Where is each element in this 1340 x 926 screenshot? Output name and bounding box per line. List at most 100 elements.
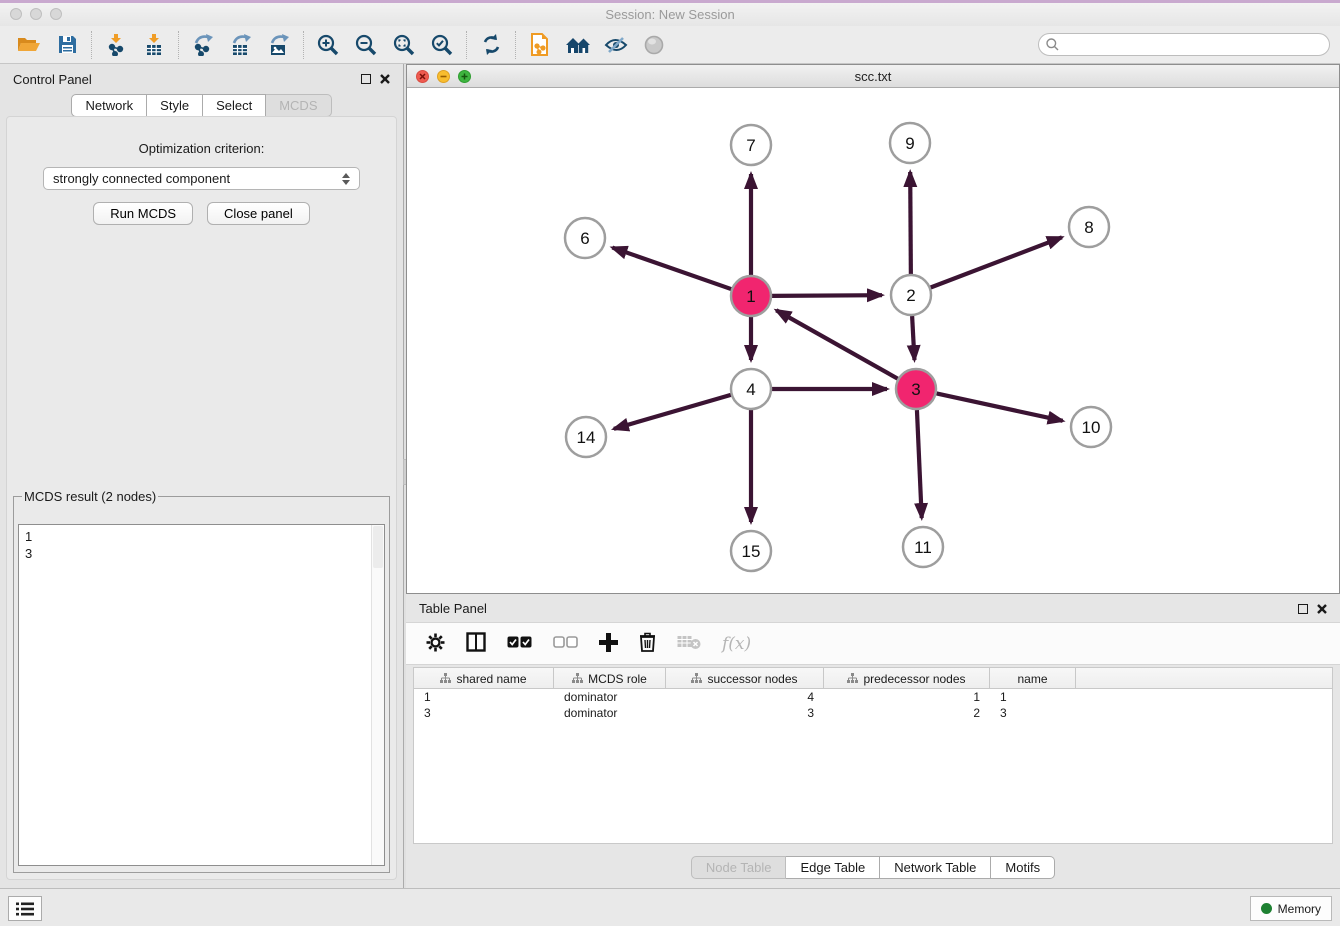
close-panel-icon[interactable]	[380, 74, 390, 84]
graph-edge-3-10[interactable]	[937, 393, 1063, 420]
tab-network[interactable]: Network	[71, 94, 147, 117]
network-minimize-button[interactable]	[437, 70, 450, 83]
graph-edge-2-9[interactable]	[910, 172, 911, 274]
minimize-window-button[interactable]	[30, 8, 42, 20]
attribute-tree-icon	[847, 673, 858, 684]
tab-select[interactable]: Select	[203, 94, 266, 117]
graph-edge-3-11[interactable]	[917, 410, 922, 518]
zoom-fit-button[interactable]	[385, 29, 423, 61]
tab-style[interactable]: Style	[147, 94, 203, 117]
table-cell[interactable]: 1	[824, 690, 990, 704]
close-table-panel-icon[interactable]	[1317, 604, 1327, 614]
export-image-button[interactable]	[260, 29, 298, 61]
create-network-view-button[interactable]	[521, 29, 559, 61]
column-header-name[interactable]: name	[990, 668, 1076, 689]
mcds-result-group: MCDS result (2 nodes) 13	[13, 489, 390, 873]
table-cell[interactable]: 3	[414, 706, 554, 720]
network-frame-controls	[416, 70, 471, 83]
task-history-button[interactable]	[8, 896, 42, 921]
export-table-button[interactable]	[222, 29, 260, 61]
table-cell[interactable]: 1	[990, 690, 1076, 704]
network-canvas[interactable]: 7968124314101511	[407, 88, 1339, 593]
unselect-all-columns-button[interactable]	[553, 636, 578, 651]
zoom-out-button[interactable]	[347, 29, 385, 61]
column-header-predecessor-nodes[interactable]: predecessor nodes	[824, 668, 990, 689]
table-cell[interactable]: dominator	[554, 706, 666, 720]
search-icon	[1046, 38, 1059, 51]
graph-edge-1-2[interactable]	[772, 295, 882, 296]
graph-node-label: 11	[914, 538, 932, 557]
graph-node-label: 8	[1084, 218, 1093, 237]
table-options-button[interactable]	[426, 633, 445, 655]
float-panel-icon[interactable]	[361, 74, 371, 84]
save-session-button[interactable]	[48, 29, 86, 61]
attribute-tree-icon	[572, 673, 583, 684]
tab-network-table[interactable]: Network Table	[880, 856, 991, 879]
column-header-MCDS-role[interactable]: MCDS role	[554, 668, 666, 689]
optimization-criterion-select[interactable]: strongly connected component	[43, 167, 360, 190]
result-scrollbar-thumb[interactable]	[373, 526, 383, 568]
table-cell[interactable]: 1	[414, 690, 554, 704]
sphere-icon	[644, 35, 664, 55]
graph-edge-3-1[interactable]	[776, 310, 897, 378]
titlebar: Session: New Session	[0, 3, 1340, 26]
table-cell[interactable]: dominator	[554, 690, 666, 704]
zoom-in-button[interactable]	[309, 29, 347, 61]
optimization-criterion-label: Optimization criterion:	[7, 141, 396, 156]
search-input[interactable]	[1064, 38, 1322, 52]
refresh-view-button[interactable]	[472, 29, 510, 61]
tab-mcds[interactable]: MCDS	[266, 94, 331, 117]
delete-table-button[interactable]	[677, 634, 701, 653]
float-table-panel-icon[interactable]	[1298, 604, 1308, 614]
import-network-button[interactable]	[97, 29, 135, 61]
network-frame-titlebar[interactable]: scc.txt	[407, 65, 1339, 88]
control-panel: Control Panel NetworkStyleSelectMCDS Opt…	[0, 64, 403, 888]
table-cell[interactable]: 3	[990, 706, 1076, 720]
zoom-selected-button[interactable]	[423, 29, 461, 61]
tab-node-table[interactable]: Node Table	[691, 856, 787, 879]
trash-icon	[639, 632, 656, 652]
open-folder-icon	[17, 35, 41, 54]
attribute-tree-icon	[440, 673, 451, 684]
memory-button[interactable]: Memory	[1250, 896, 1332, 921]
table-body: 1dominator4113dominator323	[414, 689, 1332, 721]
network-graph[interactable]: 7968124314101511	[407, 88, 1339, 593]
column-header-successor-nodes[interactable]: successor nodes	[666, 668, 824, 689]
table-cell[interactable]: 3	[666, 706, 824, 720]
presentation-mode-button[interactable]	[635, 29, 673, 61]
run-mcds-button[interactable]: Run MCDS	[93, 202, 193, 225]
graph-edge-2-8[interactable]	[931, 237, 1062, 287]
graph-edge-4-14[interactable]	[614, 395, 731, 429]
graph-node-label: 4	[746, 380, 755, 399]
network-maximize-button[interactable]	[458, 70, 471, 83]
table-cell[interactable]: 4	[666, 690, 824, 704]
close-panel-button[interactable]: Close panel	[207, 202, 310, 225]
open-session-button[interactable]	[10, 29, 48, 61]
delete-column-button[interactable]	[639, 632, 656, 655]
column-header-shared-name[interactable]: shared name	[414, 668, 554, 689]
table-tabs: Node TableEdge TableNetwork TableMotifs	[406, 856, 1340, 879]
table-row[interactable]: 3dominator323	[414, 705, 1332, 721]
close-window-button[interactable]	[10, 8, 22, 20]
export-network-button[interactable]	[184, 29, 222, 61]
graph-edge-1-6[interactable]	[612, 248, 731, 290]
hide-panels-button[interactable]	[597, 29, 635, 61]
show-columns-button[interactable]	[466, 632, 486, 655]
mcds-result-list[interactable]: 13	[18, 524, 385, 866]
home-button[interactable]	[559, 29, 597, 61]
select-all-columns-button[interactable]	[507, 636, 532, 651]
graph-edge-2-3[interactable]	[912, 316, 914, 360]
tab-edge-table[interactable]: Edge Table	[786, 856, 880, 879]
add-column-button[interactable]	[599, 633, 618, 655]
zoom-window-button[interactable]	[50, 8, 62, 20]
result-scrollbar[interactable]	[371, 525, 384, 865]
apply-function-button[interactable]: f(x)	[722, 634, 751, 654]
table-row[interactable]: 1dominator411	[414, 689, 1332, 705]
graph-node-label: 6	[580, 229, 589, 248]
export-network-icon	[192, 34, 214, 56]
table-cell[interactable]: 2	[824, 706, 990, 720]
network-close-button[interactable]	[416, 70, 429, 83]
control-panel-tabs: NetworkStyleSelectMCDS	[0, 94, 403, 117]
import-table-button[interactable]	[135, 29, 173, 61]
tab-motifs[interactable]: Motifs	[991, 856, 1055, 879]
